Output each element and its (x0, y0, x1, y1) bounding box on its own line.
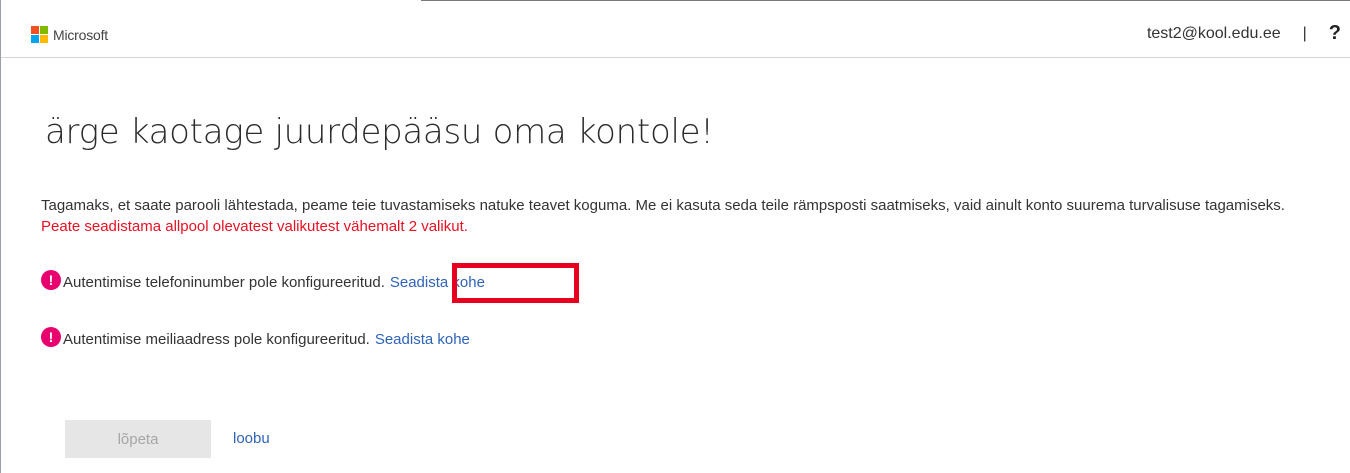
help-icon[interactable]: ? (1329, 22, 1341, 45)
email-method-status: Autentimise meiliaadress pole konfiguree… (63, 331, 370, 348)
phone-method-row: ! Autentimise telefoninumber pole konfig… (41, 269, 485, 291)
brand-name: Microsoft (53, 26, 108, 43)
microsoft-logo: Microsoft (31, 26, 108, 43)
phone-method-status: Autentimise telefoninumber pole konfigur… (63, 274, 385, 291)
alert-icon: ! (41, 269, 61, 290)
email-setup-link[interactable]: Seadista kohe (375, 331, 470, 348)
page-frame: Microsoft test2@kool.edu.ee | ? ärge kao… (0, 0, 1350, 473)
page-title: ärge kaotage juurdepääsu oma kontole! (45, 112, 714, 152)
header-divider: | (1302, 24, 1307, 42)
finish-button[interactable]: lõpeta (65, 420, 211, 458)
microsoft-logo-icon (31, 26, 48, 43)
user-area: test2@kool.edu.ee | ? (1147, 22, 1341, 45)
user-email[interactable]: test2@kool.edu.ee (1147, 25, 1281, 43)
intro-text: Tagamaks, et saate parooli lähtestada, p… (41, 197, 1285, 214)
cropped-top-edge (421, 0, 1350, 9)
cancel-link[interactable]: loobu (233, 430, 270, 447)
phone-setup-link[interactable]: Seadista kohe (390, 274, 485, 291)
header-bar: Microsoft test2@kool.edu.ee | ? (1, 14, 1350, 58)
alert-icon: ! (41, 326, 61, 347)
email-method-row: ! Autentimise meiliaadress pole konfigur… (41, 326, 470, 348)
intro-paragraph: Tagamaks, et saate parooli lähtestada, p… (41, 195, 1321, 237)
intro-warning: Peate seadistama allpool olevatest valik… (41, 218, 468, 235)
